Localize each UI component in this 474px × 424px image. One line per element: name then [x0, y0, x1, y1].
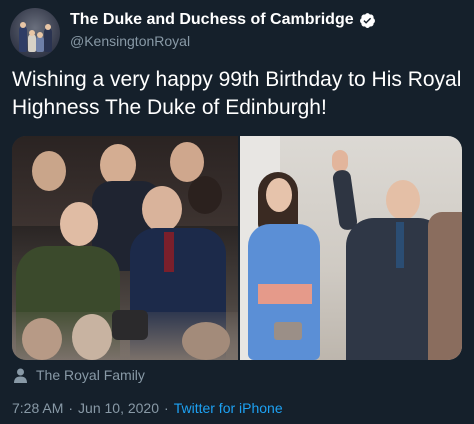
media-attribution[interactable]: The Royal Family — [14, 367, 145, 383]
display-name[interactable]: The Duke and Duchess of Cambridge — [70, 11, 354, 29]
separator: · — [68, 400, 74, 416]
avatar-figure-head — [37, 32, 43, 38]
foreground-head — [22, 318, 62, 360]
photo-right[interactable] — [240, 136, 462, 360]
raised-arm — [331, 169, 359, 231]
tweet-text: Wishing a very happy 99th Birthday to Hi… — [12, 68, 462, 119]
avatar-figure — [44, 28, 52, 52]
person-head — [60, 202, 98, 246]
foreground-phone — [112, 310, 148, 340]
attribution-label: The Royal Family — [36, 367, 145, 383]
tweet-media[interactable] — [12, 136, 462, 360]
tweet-time[interactable]: 7:28 AM — [12, 400, 63, 416]
avatar-figure-head — [20, 22, 26, 28]
person-hair — [188, 176, 222, 214]
tweet-date[interactable]: Jun 10, 2020 — [78, 400, 159, 416]
photo-left[interactable] — [12, 136, 238, 360]
avatar-figure-head — [45, 24, 51, 30]
clutch-bag — [274, 322, 302, 340]
name-row: The Duke and Duchess of Cambridge — [70, 11, 376, 29]
tweet-header: The Duke and Duchess of Cambridge @Kensi… — [10, 8, 464, 58]
person-head — [100, 144, 136, 186]
handle[interactable]: @KensingtonRoyal — [70, 33, 190, 49]
tweet-client-link[interactable]: Twitter for iPhone — [174, 400, 283, 416]
avatar-figure — [36, 36, 44, 52]
person-head — [142, 186, 182, 232]
avatar[interactable] — [10, 8, 60, 58]
dress-band — [258, 284, 312, 304]
avatar-figure — [19, 26, 27, 52]
verified-badge-icon — [359, 12, 375, 28]
person-head — [32, 151, 66, 191]
person-head — [266, 178, 292, 212]
person-behind — [428, 212, 462, 360]
waving-hand — [332, 150, 348, 172]
tweet-meta: 7:28 AM · Jun 10, 2020 · Twitter for iPh… — [12, 400, 283, 416]
person-icon — [14, 368, 27, 383]
foreground-head — [182, 322, 230, 360]
foreground-head — [72, 314, 112, 360]
person-head — [386, 180, 420, 220]
avatar-figure-head — [29, 30, 35, 36]
person-tie — [396, 222, 404, 268]
avatar-figure — [28, 34, 36, 52]
separator: · — [164, 400, 169, 416]
person-tie — [164, 232, 174, 272]
